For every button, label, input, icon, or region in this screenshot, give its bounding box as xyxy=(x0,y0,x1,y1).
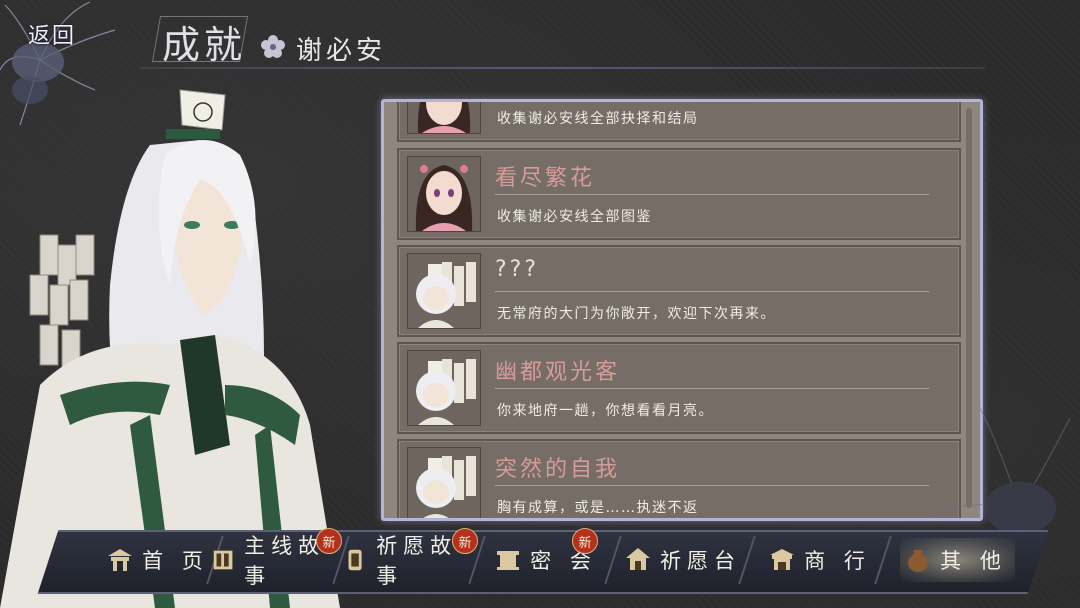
achievement-divider xyxy=(495,291,929,292)
meeting-icon xyxy=(497,551,520,570)
home-gate-icon xyxy=(108,549,133,571)
achievement-card[interactable]: ??? 无常府的大门为你敞开，欢迎下次再来。 xyxy=(397,245,961,337)
chibi-portrait-icon xyxy=(407,447,481,518)
girl-portrait-icon xyxy=(407,102,481,134)
altar-icon xyxy=(626,548,650,570)
nav-label: 祈愿台 xyxy=(660,549,741,573)
achievement-card[interactable]: 幽都观光客 你来地府一趟，你想看看月亮。 xyxy=(397,342,961,434)
new-badge: 新 xyxy=(316,528,342,554)
achievement-desc: 收集谢必安线全部抉择和结局 xyxy=(497,111,699,127)
nav-wish-altar-button[interactable]: 祈愿台 xyxy=(615,530,750,590)
book-icon xyxy=(213,550,233,570)
chibi-portrait-icon xyxy=(407,253,481,329)
achievement-card[interactable]: 突然的自我 胸有成算，或是……执迷不返 xyxy=(397,439,961,518)
bag-icon xyxy=(908,550,929,572)
achievement-divider xyxy=(495,388,929,389)
achievement-title: ??? xyxy=(495,257,540,282)
achievement-card[interactable]: 看尽繁花 收集谢必安线全部图鉴 xyxy=(397,148,961,240)
achievement-divider xyxy=(495,485,929,486)
achievement-title: 幽都观光客 xyxy=(495,360,621,385)
shop-icon xyxy=(770,549,795,570)
achievement-title: 突然的自我 xyxy=(495,457,621,482)
new-badge: 新 xyxy=(452,528,478,554)
nav-shop-button[interactable]: 商 行 xyxy=(752,530,887,590)
chibi-portrait-icon xyxy=(407,350,481,426)
achievement-desc: 胸有成算，或是……执迷不返 xyxy=(497,500,699,516)
page-header: 成就 谢必安 xyxy=(150,12,980,67)
girl-portrait-icon xyxy=(407,156,481,232)
nav-label: 其 他 xyxy=(940,549,1007,573)
achievement-title: 看尽繁花 xyxy=(495,166,596,191)
scroll-icon xyxy=(348,549,362,571)
nav-home-button[interactable]: 首 页 xyxy=(90,530,225,590)
nav-label: 商 行 xyxy=(804,549,871,573)
achievement-desc: 无常府的大门为你敞开，欢迎下次再来。 xyxy=(497,306,776,322)
new-badge: 新 xyxy=(572,528,598,554)
nav-other-button[interactable]: 其 他 xyxy=(888,530,1023,590)
nav-label: 首 页 xyxy=(142,549,209,573)
achievement-desc: 你来地府一趟，你想看看月亮。 xyxy=(497,403,714,419)
character-name: 谢必安 xyxy=(296,36,387,66)
achievement-card[interactable]: 收集谢必安线全部抉择和结局 xyxy=(397,102,961,142)
achievement-desc: 收集谢必安线全部图鉴 xyxy=(497,209,652,225)
header-divider xyxy=(140,67,985,69)
achievement-divider xyxy=(495,194,929,195)
achievement-list-panel[interactable]: 收集谢必安线全部抉择和结局 看尽繁花 收集谢必安线全部图鉴 ??? 无常府的大门… xyxy=(381,99,983,521)
page-title: 成就 xyxy=(162,23,247,67)
back-button[interactable]: 返回 xyxy=(28,18,98,58)
flower-icon xyxy=(261,35,285,58)
